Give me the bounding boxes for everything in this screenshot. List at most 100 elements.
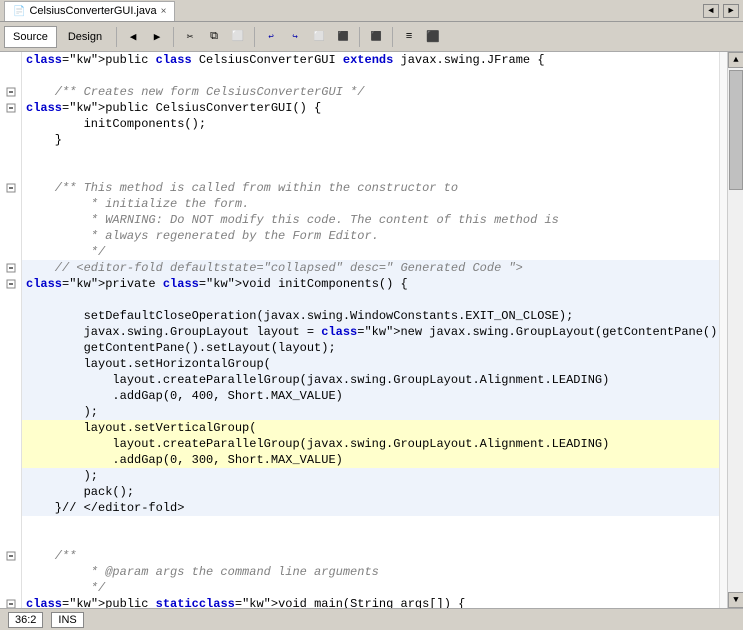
gutter-marker — [0, 148, 21, 164]
code-line: }// </editor-fold> — [22, 500, 719, 516]
code-line: */ — [22, 580, 719, 596]
code-line: .addGap(0, 300, Short.MAX_VALUE) — [22, 452, 719, 468]
gutter-marker — [0, 516, 21, 532]
nav-left-button[interactable]: ◄ — [703, 4, 719, 18]
btn-4[interactable]: ↩ — [260, 26, 282, 48]
code-line: * @param args the command line arguments — [22, 564, 719, 580]
code-line: * always regenerated by the Form Editor. — [22, 228, 719, 244]
paste-button[interactable]: ⬜ — [227, 26, 249, 48]
gutter-marker — [0, 436, 21, 452]
gutter-marker — [0, 388, 21, 404]
scrollbar-thumb[interactable] — [729, 70, 743, 190]
code-line: .addGap(0, 400, Short.MAX_VALUE) — [22, 388, 719, 404]
back-button[interactable]: ◀ — [122, 26, 144, 48]
code-line: ); — [22, 468, 719, 484]
gutter-marker — [0, 580, 21, 596]
gutter-marker[interactable] — [0, 100, 21, 116]
btn-5[interactable]: ↪ — [284, 26, 306, 48]
gutter-marker[interactable] — [0, 596, 21, 608]
forward-icon: ▶ — [154, 30, 161, 44]
gutter-marker — [0, 372, 21, 388]
code-line: /** — [22, 548, 719, 564]
code-line — [22, 148, 719, 164]
forward-button[interactable]: ▶ — [146, 26, 168, 48]
code-line: layout.createParallelGroup(javax.swing.G… — [22, 436, 719, 452]
code-line — [22, 68, 719, 84]
cursor-position: 36:2 — [8, 612, 43, 628]
code-line: } — [22, 132, 719, 148]
gutter-marker — [0, 532, 21, 548]
title-controls: ◄ ► — [703, 4, 739, 18]
code-line: layout.setHorizontalGroup( — [22, 356, 719, 372]
gutter-marker[interactable] — [0, 180, 21, 196]
gutter-marker[interactable] — [0, 548, 21, 564]
gutter-marker — [0, 564, 21, 580]
cut-button[interactable]: ✂ — [179, 26, 201, 48]
gutter-marker — [0, 228, 21, 244]
code-area[interactable]: class="kw">public class CelsiusConverter… — [22, 52, 719, 608]
gutter-marker — [0, 404, 21, 420]
code-line: initComponents(); — [22, 116, 719, 132]
code-line: * WARNING: Do NOT modify this code. The … — [22, 212, 719, 228]
code-line — [22, 164, 719, 180]
gutter-marker[interactable] — [0, 276, 21, 292]
editor-container: class="kw">public class CelsiusConverter… — [0, 52, 743, 608]
btn-9[interactable]: ≡ — [398, 26, 420, 48]
gutter-marker — [0, 420, 21, 436]
code-line: /** Creates new form CelsiusConverterGUI… — [22, 84, 719, 100]
gutter-marker — [0, 324, 21, 340]
gutter-marker[interactable] — [0, 260, 21, 276]
code-line: // <editor-fold defaultstate="collapsed"… — [22, 260, 719, 276]
copy-button[interactable]: ⧉ — [203, 26, 225, 48]
gutter-marker — [0, 212, 21, 228]
code-line: class="kw">private class="kw">void initC… — [22, 276, 719, 292]
design-tab[interactable]: Design — [59, 26, 111, 48]
btn-10[interactable]: ⬛ — [422, 26, 444, 48]
paste-icon: ⬜ — [232, 31, 244, 43]
toolbar: Source Design ◀ ▶ ✂ ⧉ ⬜ ↩ ↪ ⬜ ⬛ ⬛ ≡ ⬛ — [0, 22, 743, 52]
cut-icon: ✂ — [187, 30, 194, 44]
gutter-marker — [0, 52, 21, 68]
scrollbar[interactable]: ▲ ▼ — [727, 52, 743, 608]
right-markers — [719, 52, 727, 608]
code-line — [22, 532, 719, 548]
gutter-marker — [0, 340, 21, 356]
code-line — [22, 292, 719, 308]
code-line: class="kw">public class CelsiusConverter… — [22, 52, 719, 68]
separator-1 — [116, 27, 117, 47]
close-icon[interactable]: × — [161, 6, 167, 17]
copy-icon: ⧉ — [210, 31, 218, 43]
code-line: layout.setVerticalGroup( — [22, 420, 719, 436]
code-line: class="kw">public CelsiusConverterGUI() … — [22, 100, 719, 116]
insert-mode: INS — [51, 612, 83, 628]
code-line: pack(); — [22, 484, 719, 500]
file-tab[interactable]: 📄 CelsiusConverterGUI.java × — [4, 1, 175, 21]
code-line: */ — [22, 244, 719, 260]
btn-7[interactable]: ⬛ — [332, 26, 354, 48]
gutter-marker — [0, 196, 21, 212]
file-tab-label: CelsiusConverterGUI.java — [29, 5, 156, 17]
scroll-up-button[interactable]: ▲ — [728, 52, 743, 68]
separator-4 — [359, 27, 360, 47]
gutter-marker — [0, 132, 21, 148]
gutter-marker — [0, 484, 21, 500]
code-line: layout.createParallelGroup(javax.swing.G… — [22, 372, 719, 388]
btn-8[interactable]: ⬛ — [365, 26, 387, 48]
code-content: class="kw">public class CelsiusConverter… — [22, 52, 719, 608]
separator-3 — [254, 27, 255, 47]
gutter-marker[interactable] — [0, 84, 21, 100]
btn-6[interactable]: ⬜ — [308, 26, 330, 48]
code-line: getContentPane().setLayout(layout); — [22, 340, 719, 356]
nav-right-button[interactable]: ► — [723, 4, 739, 18]
source-tab[interactable]: Source — [4, 26, 57, 48]
code-line — [22, 516, 719, 532]
scroll-down-button[interactable]: ▼ — [728, 592, 743, 608]
code-line: setDefaultCloseOperation(javax.swing.Win… — [22, 308, 719, 324]
gutter-marker — [0, 356, 21, 372]
gutter-marker — [0, 308, 21, 324]
status-bar: 36:2 INS — [0, 608, 743, 630]
scrollbar-track[interactable] — [728, 68, 743, 592]
code-line: ); — [22, 404, 719, 420]
code-line: javax.swing.GroupLayout layout = class="… — [22, 324, 719, 340]
separator-2 — [173, 27, 174, 47]
